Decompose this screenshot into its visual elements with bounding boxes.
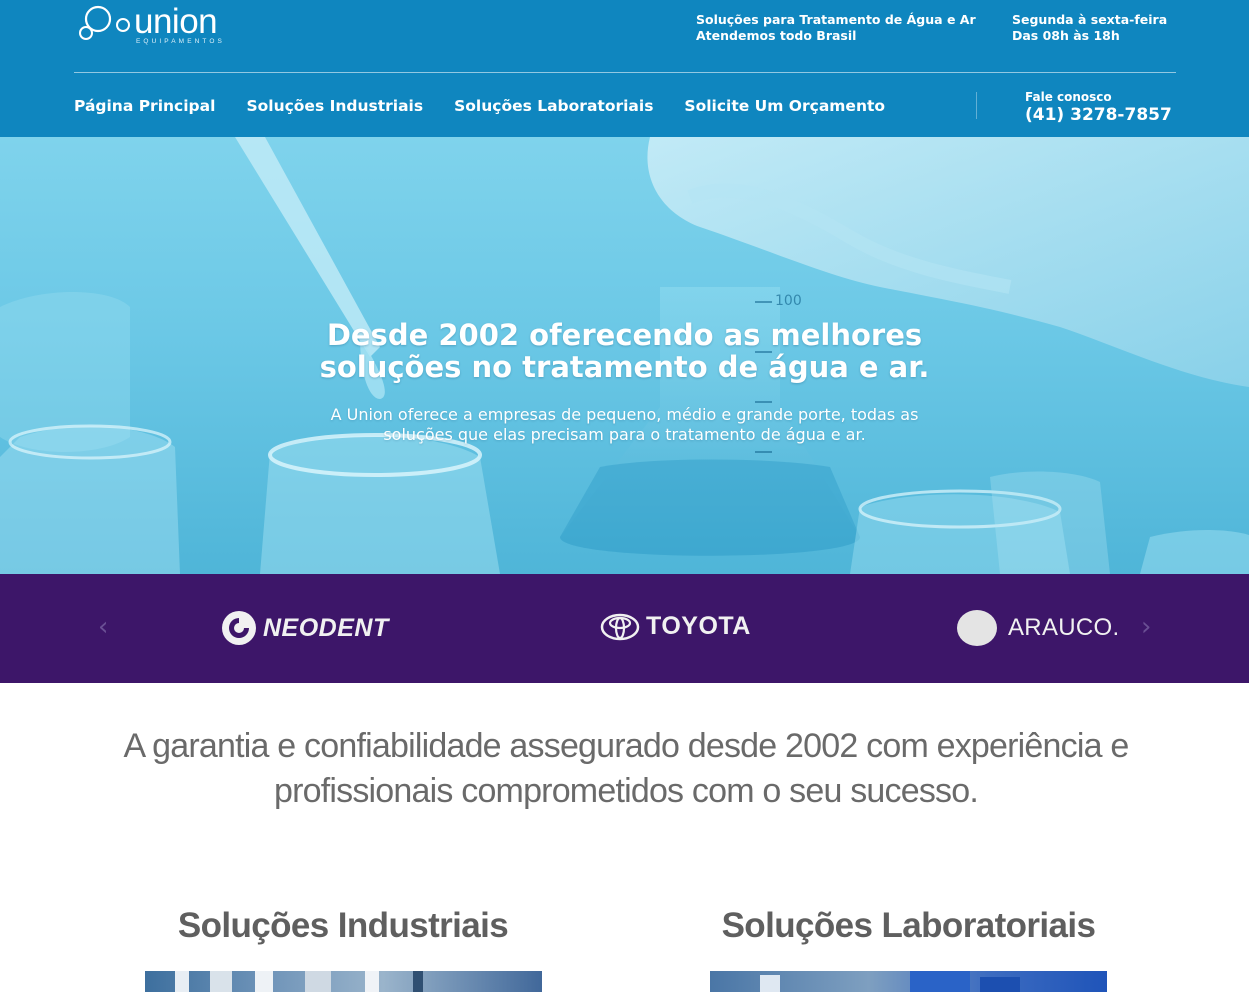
clients-carousel: ‹ NEODENT TOYOTA ARAUCO. ›	[0, 574, 1249, 683]
hero-title: Desde 2002 oferecendo as melhores soluçõ…	[0, 319, 1249, 383]
nav-industrial-solutions[interactable]: Soluções Industriais	[246, 95, 423, 117]
industrial-solutions-image[interactable]	[145, 971, 542, 992]
laboratory-solutions-image[interactable]	[710, 971, 1107, 992]
logo-subtitle: EQUIPAMENTOS	[136, 38, 225, 45]
neodent-logo-icon	[222, 611, 256, 645]
client-logo-arauco: ARAUCO.	[956, 609, 1119, 647]
industrial-equipment-image	[175, 971, 423, 992]
contact-phone[interactable]: (41) 3278-7857	[1025, 105, 1172, 126]
carousel-prev-arrow-icon[interactable]: ‹	[98, 614, 108, 640]
hero-title-line2: soluções no tratamento de água e ar.	[319, 350, 930, 384]
site-header: union EQUIPAMENTOS Soluções para Tratame…	[0, 0, 1249, 137]
client-name-toyota: TOYOTA	[646, 612, 751, 640]
industrial-solutions-title: Soluções Industriais	[177, 906, 509, 945]
laboratory-equipment-image	[760, 971, 1020, 992]
hours-days: Segunda à sexta-feira	[1012, 12, 1168, 27]
client-logo-toyota: TOYOTA	[600, 612, 751, 641]
arauco-logo-icon	[957, 610, 997, 646]
hero-sub-line2: soluções que elas precisam para o tratam…	[383, 425, 866, 444]
hero-subtitle: A Union oferece a empresas de pequeno, m…	[0, 405, 1249, 445]
contact-block[interactable]: Fale conosco (41) 3278-7857	[1025, 90, 1172, 126]
hero-sub-line1: A Union oferece a empresas de pequeno, m…	[330, 405, 919, 424]
logo-wordmark: union	[134, 2, 218, 41]
toyota-logo-icon	[600, 613, 640, 640]
union-logo[interactable]: union EQUIPAMENTOS	[78, 0, 228, 48]
hero-title-line1: Desde 2002 oferecendo as melhores	[326, 318, 923, 352]
carousel-next-arrow-icon[interactable]: ›	[1141, 614, 1151, 640]
union-logo-icon	[79, 5, 130, 40]
main-nav: Página Principal Soluções Industriais So…	[74, 95, 916, 117]
nav-laboratory-solutions[interactable]: Soluções Laboratoriais	[454, 95, 653, 117]
client-name-neodent: NEODENT	[263, 613, 389, 642]
hours-time: Das 08h às 18h	[1012, 28, 1120, 43]
business-hours: Segunda à sexta-feira Das 08h às 18h	[1012, 12, 1167, 44]
tagline-line2: profissionais comprometidos com o seu su…	[274, 772, 979, 810]
services-info: Soluções para Tratamento de Água e Ar At…	[696, 12, 976, 44]
header-divider	[74, 72, 1176, 73]
svg-text:100: 100	[775, 293, 802, 309]
contact-label: Fale conosco	[1025, 90, 1112, 104]
services-line: Soluções para Tratamento de Água e Ar	[696, 12, 976, 27]
hero-text: Desde 2002 oferecendo as melhores soluçõ…	[0, 319, 1249, 445]
nav-separator	[976, 92, 977, 119]
nav-home[interactable]: Página Principal	[74, 95, 215, 117]
tagline: A garantia e confiabilidade assegurado d…	[0, 724, 1252, 814]
coverage-line: Atendemos todo Brasil	[696, 28, 857, 43]
client-logo-neodent: NEODENT	[221, 610, 389, 646]
nav-request-quote[interactable]: Solicite Um Orçamento	[684, 95, 885, 117]
tagline-line1: A garantia e confiabilidade assegurado d…	[123, 727, 1130, 765]
laboratory-solutions-title: Soluções Laboratoriais	[721, 906, 1096, 945]
client-name-arauco: ARAUCO.	[1008, 614, 1120, 641]
hero-banner: 100 Desde 2002 oferecendo as melhores so…	[0, 137, 1249, 574]
